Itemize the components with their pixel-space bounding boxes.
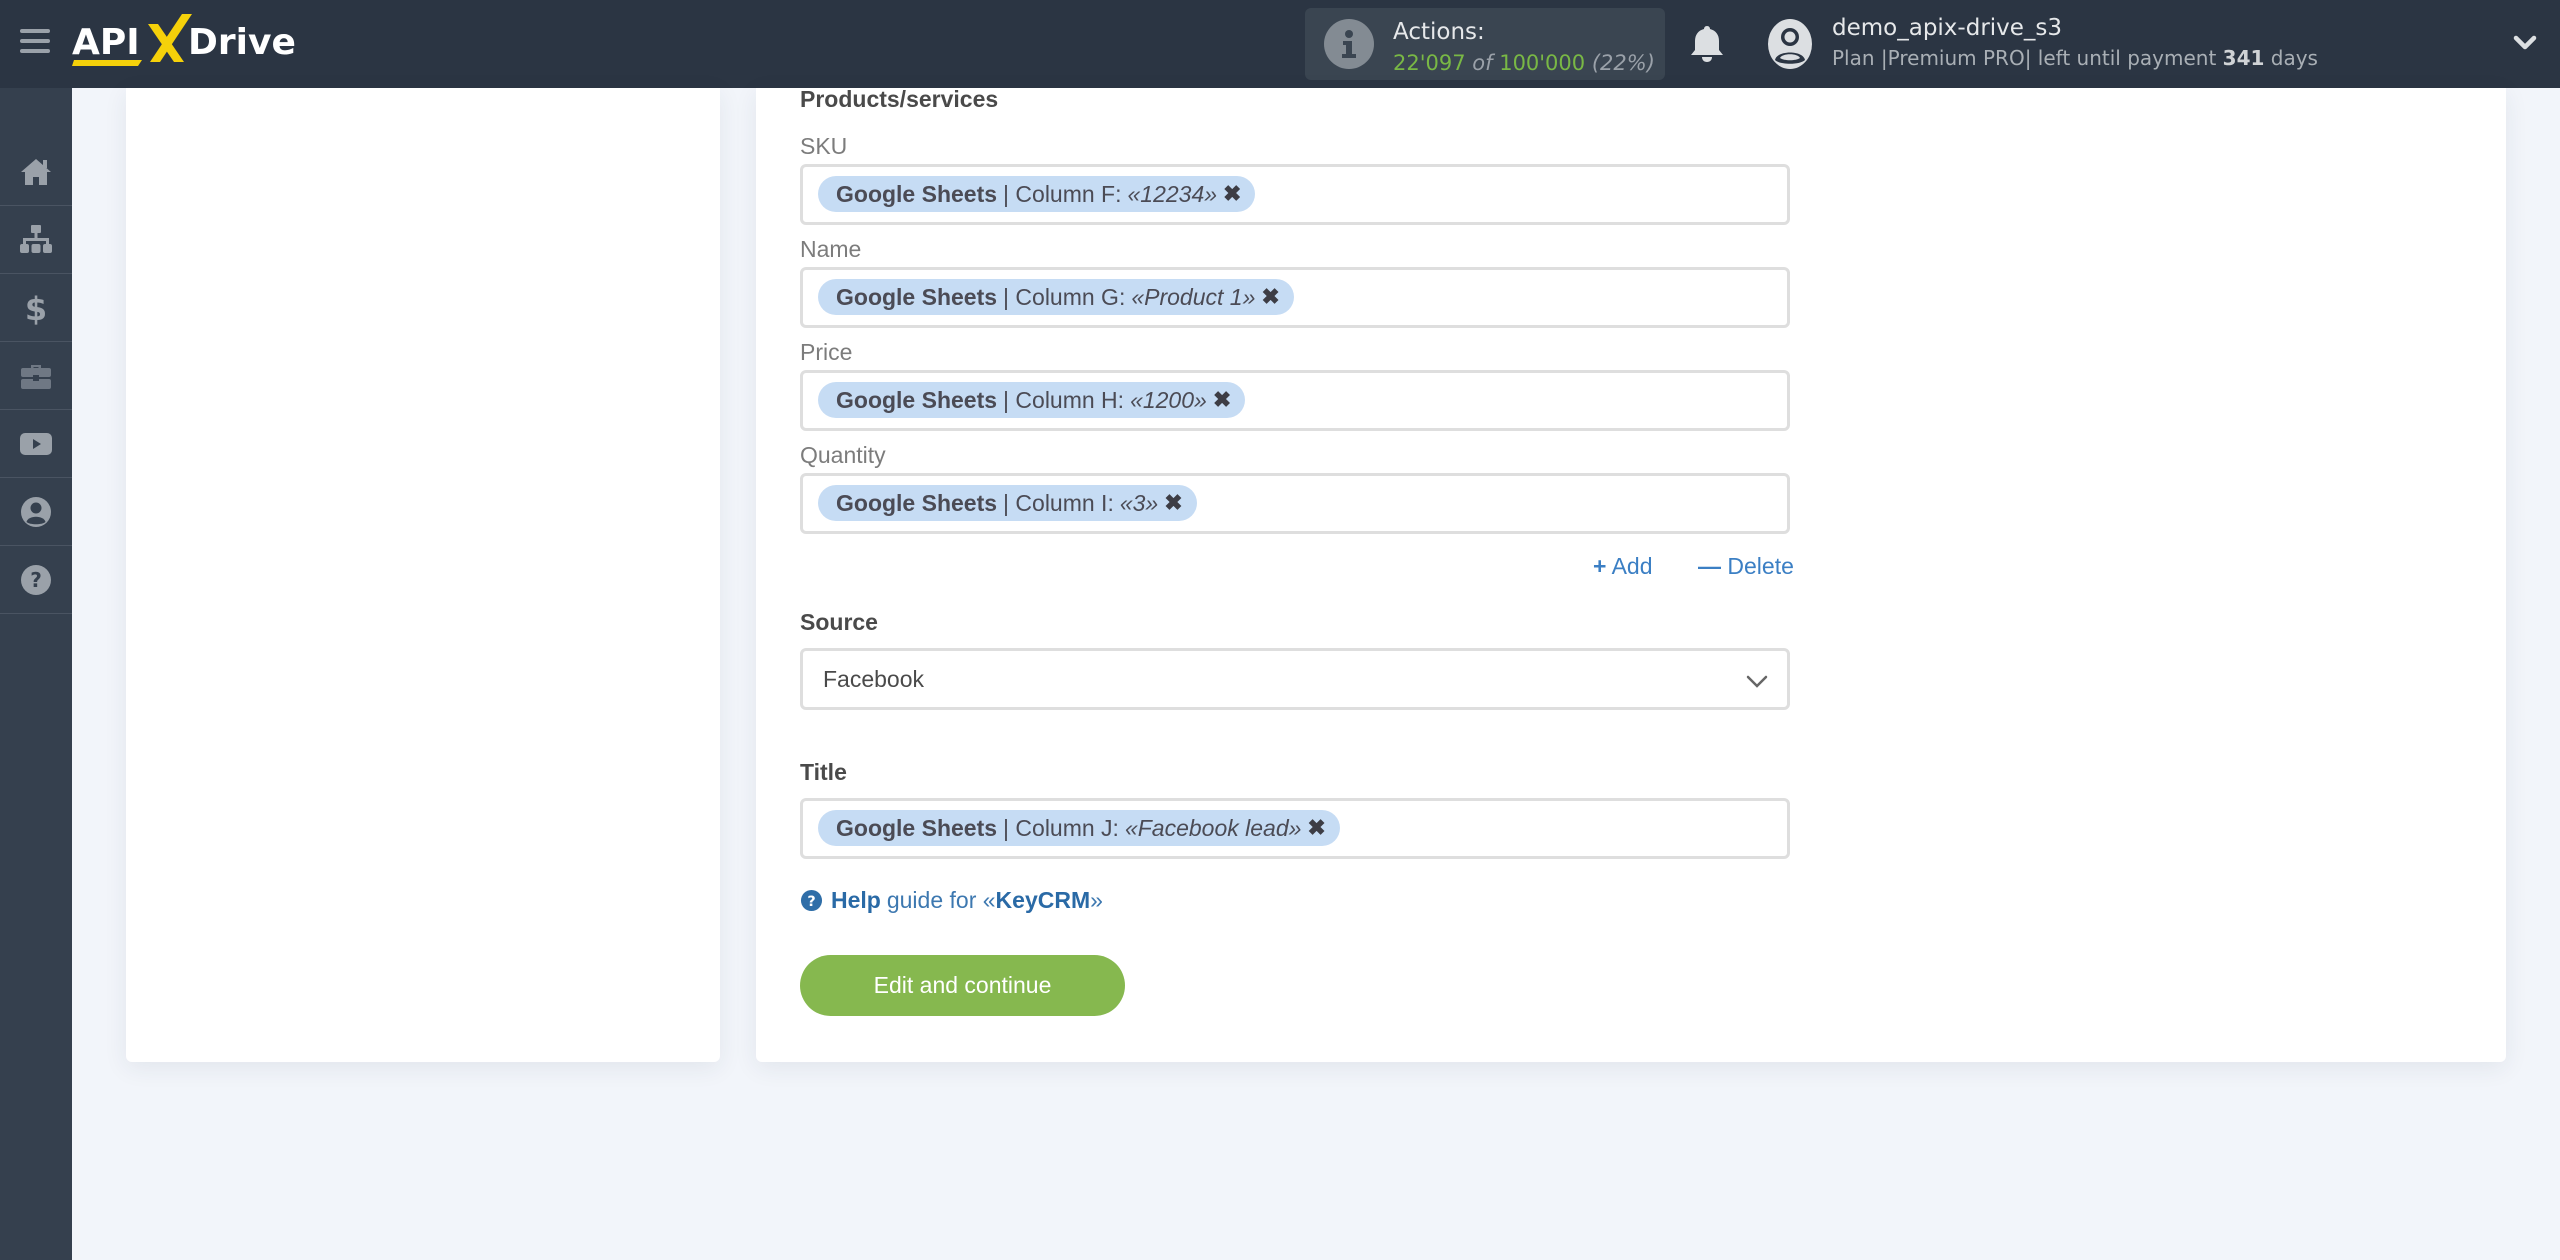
help-guide-text: guide for « xyxy=(886,887,996,913)
minus-icon: — xyxy=(1698,553,1721,579)
chip-source: Google Sheets xyxy=(836,180,998,207)
source-select[interactable]: Facebook xyxy=(800,648,1790,710)
field-label-source: Source xyxy=(800,609,878,635)
logo-underline xyxy=(72,60,142,66)
field-label-title: Title xyxy=(800,759,847,785)
logo-text-drive: Drive xyxy=(188,22,296,63)
actions-of: of xyxy=(1472,51,1493,75)
chip-value: «1200» xyxy=(1130,386,1207,413)
chip-value: «3» xyxy=(1119,489,1159,516)
info-icon xyxy=(1324,19,1374,69)
chip-value: «Facebook lead» xyxy=(1124,814,1302,841)
section-title-products: Products/services xyxy=(800,86,999,112)
svg-text:?: ? xyxy=(30,568,42,592)
chip-column: | Column H: xyxy=(1003,386,1125,413)
left-panel xyxy=(126,88,720,1062)
quantity-field[interactable]: Google Sheets | Column I: «3» ✖ xyxy=(800,473,1790,534)
sidebar-item-account[interactable] xyxy=(0,478,72,546)
delete-product-button[interactable]: — Delete xyxy=(1698,553,1794,580)
top-bar: API Drive Actions: 22'097 of 100'000 (22… xyxy=(0,0,2560,88)
sidebar-item-connections[interactable] xyxy=(0,206,72,274)
delete-label: Delete xyxy=(1727,553,1794,579)
question-circle-icon: ? xyxy=(800,889,823,912)
chip-value: «Product 1» xyxy=(1131,283,1256,310)
youtube-icon xyxy=(20,432,52,455)
actions-percent: (22%) xyxy=(1591,51,1655,75)
sitemap-icon xyxy=(20,224,52,253)
help-closing-quote: » xyxy=(1090,887,1103,913)
chip-source: Google Sheets xyxy=(836,814,998,841)
sidebar-item-home[interactable] xyxy=(0,138,72,206)
help-guide-link[interactable]: ? Help guide for « KeyCRM » xyxy=(800,887,1103,914)
mapping-chip: Google Sheets | Column F: «12234» ✖ xyxy=(818,176,1256,212)
remove-chip-icon[interactable]: ✖ xyxy=(1307,815,1325,841)
plan-text: Plan |Premium PRO| left until payment xyxy=(1832,46,2217,70)
briefcase-icon xyxy=(21,364,51,389)
sidebar-item-video[interactable] xyxy=(0,410,72,478)
source-selected-value: Facebook xyxy=(823,666,925,692)
actions-count: 22'097 of 100'000 (22%) xyxy=(1393,51,1655,75)
help-service-name: KeyCRM xyxy=(995,887,1091,913)
title-field[interactable]: Google Sheets | Column J: «Facebook lead… xyxy=(800,798,1790,859)
logo-text-api: API xyxy=(72,22,140,63)
chip-column: | Column I: xyxy=(1003,489,1114,516)
mapping-chip: Google Sheets | Column J: «Facebook lead… xyxy=(818,810,1340,846)
menu-toggle-button[interactable] xyxy=(20,29,50,55)
edit-and-continue-button[interactable]: Edit and continue xyxy=(800,955,1125,1016)
field-label-quantity: Quantity xyxy=(800,442,886,468)
menu-icon-line xyxy=(20,29,50,33)
price-field[interactable]: Google Sheets | Column H: «1200» ✖ xyxy=(800,370,1790,431)
add-product-button[interactable]: + Add xyxy=(1593,553,1653,580)
dollar-icon: $ xyxy=(25,290,47,326)
field-label-name: Name xyxy=(800,236,862,262)
chip-source: Google Sheets xyxy=(836,283,998,310)
field-label-price: Price xyxy=(800,339,853,365)
add-label: Add xyxy=(1611,553,1653,579)
sidebar-item-billing[interactable]: $ xyxy=(0,274,72,342)
question-circle-icon: ? xyxy=(21,564,51,595)
chevron-down-icon xyxy=(1746,675,1768,688)
svg-text:$: $ xyxy=(25,290,47,326)
mapping-chip: Google Sheets | Column I: «3» ✖ xyxy=(818,485,1197,521)
mapping-chip: Google Sheets | Column H: «1200» ✖ xyxy=(818,382,1246,418)
help-word: Help xyxy=(831,887,881,913)
days-suffix: days xyxy=(2270,46,2318,70)
remove-chip-icon[interactable]: ✖ xyxy=(1223,181,1241,207)
sidebar-item-services[interactable] xyxy=(0,342,72,410)
days-left: 341 xyxy=(2222,46,2265,70)
sku-field[interactable]: Google Sheets | Column F: «12234» ✖ xyxy=(800,164,1790,225)
svg-text:?: ? xyxy=(807,894,815,910)
actions-total: 100'000 xyxy=(1499,51,1586,75)
menu-icon-line xyxy=(20,49,50,53)
chip-column: | Column G: xyxy=(1003,283,1126,310)
sidebar-item-help[interactable]: ? xyxy=(0,546,72,614)
chip-column: | Column F: xyxy=(1003,180,1122,207)
home-icon xyxy=(21,158,51,185)
actions-usage-widget[interactable]: Actions: 22'097 of 100'000 (22%) xyxy=(1305,8,1665,80)
mapping-chip: Google Sheets | Column G: «Product 1» ✖ xyxy=(818,279,1294,315)
chip-column: | Column J: xyxy=(1003,814,1119,841)
field-label-sku: SKU xyxy=(800,133,848,159)
remove-chip-icon[interactable]: ✖ xyxy=(1213,387,1231,413)
chip-source: Google Sheets xyxy=(836,386,998,413)
chip-source: Google Sheets xyxy=(836,489,998,516)
plus-icon: + xyxy=(1593,553,1607,579)
name-field[interactable]: Google Sheets | Column G: «Product 1» ✖ xyxy=(800,267,1790,328)
user-plan-info: Plan |Premium PRO| left until payment 34… xyxy=(1832,46,2318,70)
user-name[interactable]: demo_apix-drive_s3 xyxy=(1832,15,2062,41)
remove-chip-icon[interactable]: ✖ xyxy=(1164,490,1182,516)
sidebar: $ ? xyxy=(0,88,72,1260)
actions-label: Actions: xyxy=(1393,19,1485,45)
user-avatar-icon[interactable] xyxy=(1766,18,1814,70)
menu-icon-line xyxy=(20,39,50,43)
chip-value: «12234» xyxy=(1127,180,1218,207)
actions-used: 22'097 xyxy=(1393,51,1466,75)
notifications-bell-icon[interactable] xyxy=(1688,24,1726,64)
remove-chip-icon[interactable]: ✖ xyxy=(1261,284,1279,310)
apixdrive-logo[interactable]: API Drive xyxy=(72,14,302,74)
chevron-down-icon[interactable] xyxy=(2512,30,2538,56)
user-circle-icon xyxy=(21,496,51,527)
